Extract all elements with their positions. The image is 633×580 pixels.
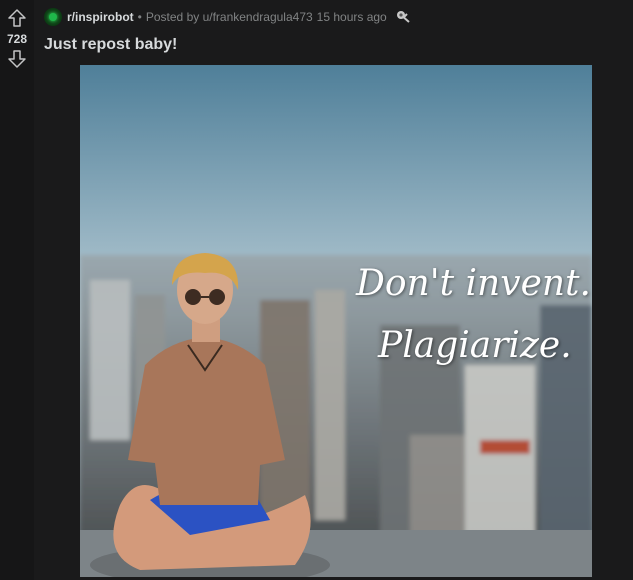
award-icon[interactable]	[395, 9, 411, 25]
vote-column: 728	[0, 0, 34, 580]
subreddit-link[interactable]: r/inspirobot	[67, 10, 134, 24]
meta-separator: •	[137, 10, 142, 24]
posted-by[interactable]: Posted by u/frankendragula473	[146, 10, 313, 24]
upvote-button[interactable]	[5, 6, 29, 30]
vote-count: 728	[6, 32, 28, 46]
arrow-down-icon	[8, 50, 26, 68]
downvote-button[interactable]	[5, 47, 29, 71]
quote-line-2: Plagiarize.	[378, 325, 572, 366]
arrow-up-icon	[8, 9, 26, 27]
image-scene	[80, 65, 592, 577]
post-title[interactable]: Just repost baby!	[44, 36, 177, 54]
post-meta: r/inspirobot • Posted by u/frankendragul…	[44, 8, 411, 26]
post-time[interactable]: 15 hours ago	[317, 10, 387, 24]
post: r/inspirobot • Posted by u/frankendragul…	[40, 0, 633, 580]
post-image[interactable]: Don't invent. Plagiarize.	[80, 65, 592, 577]
subreddit-icon[interactable]	[44, 8, 62, 26]
quote-line-1: Don't invent.	[356, 263, 591, 304]
